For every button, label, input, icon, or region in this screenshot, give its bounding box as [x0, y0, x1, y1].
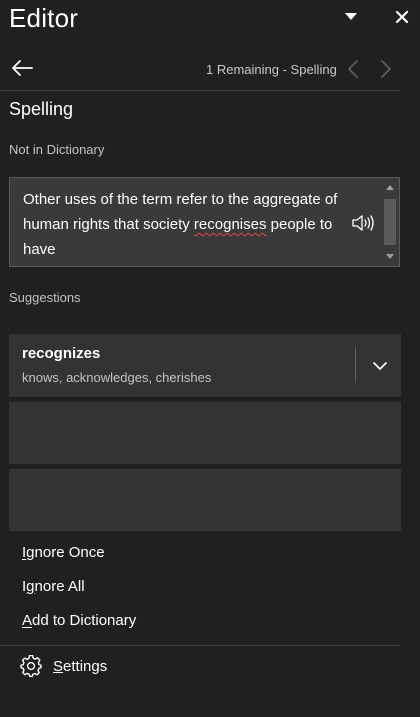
triangle-up-icon [386, 185, 394, 190]
pane-title: Editor [9, 3, 79, 33]
header-divider [0, 90, 400, 91]
context-text: Other uses of the term refer to the aggr… [23, 187, 353, 262]
add-to-dictionary-button[interactable]: Add to Dictionary [22, 612, 136, 629]
context-text-box[interactable]: Other uses of the term refer to the aggr… [9, 177, 400, 267]
section-title: Spelling [9, 99, 74, 119]
misspelled-word: recognises [193, 216, 267, 233]
settings-button[interactable]: Settings [20, 654, 180, 680]
scroll-down-button[interactable] [382, 249, 398, 263]
editor-pane: Editor 1 Remaining - Spelling Spelling N… [0, 0, 420, 717]
suggestion-expand-button[interactable] [359, 334, 401, 397]
suggestion-empty-slot [9, 469, 401, 531]
suggestion-empty-slot [9, 402, 401, 464]
next-issue-button[interactable] [376, 58, 396, 80]
footer-divider [0, 645, 400, 646]
speaker-icon [352, 215, 374, 231]
add-to-dictionary-label: dd to Dictionary [32, 612, 137, 629]
chevron-left-icon [348, 60, 358, 78]
settings-label: Settings [53, 658, 107, 675]
suggestion-synonyms: knows, acknowledges, cherishes [22, 370, 212, 385]
ignore-all-label: nore All [34, 578, 85, 595]
remaining-status: 1 Remaining - Spelling [206, 62, 337, 77]
close-icon [395, 10, 409, 24]
settings-accelerator: S [53, 658, 64, 675]
read-aloud-button[interactable] [350, 212, 376, 234]
triangle-down-icon [345, 13, 357, 20]
context-scrollbar[interactable] [382, 179, 398, 265]
suggestion-separator [355, 347, 356, 383]
not-in-dictionary-label: Not in Dictionary [9, 142, 105, 157]
title-bar: Editor [0, 0, 420, 40]
chevron-right-icon [381, 60, 391, 78]
arrow-left-icon [12, 60, 33, 76]
suggestion-word: recognizes [22, 345, 101, 362]
suggestion-primary[interactable]: recognizes knows, acknowledges, cherishe… [9, 334, 401, 397]
ignore-all-button[interactable]: Ignore All [22, 578, 85, 595]
add-to-dictionary-accelerator: A [22, 612, 33, 629]
triangle-down-small-icon [386, 254, 394, 259]
settings-label-rest: ettings [63, 658, 108, 675]
gear-icon [20, 655, 42, 677]
navigation-row: 1 Remaining - Spelling [0, 50, 420, 88]
pane-options-button[interactable] [340, 8, 362, 26]
ignore-once-button[interactable]: Ignore Once [22, 544, 105, 561]
ignore-once-label: gnore Once [26, 544, 105, 561]
chevron-down-icon [373, 362, 387, 370]
close-button[interactable] [390, 6, 414, 28]
scroll-thumb[interactable] [384, 199, 396, 245]
scroll-up-button[interactable] [382, 181, 398, 195]
previous-issue-button[interactable] [343, 58, 363, 80]
suggestions-label: Suggestions [9, 290, 81, 305]
back-button[interactable] [8, 56, 36, 80]
ignore-all-accelerator: g [26, 578, 35, 595]
